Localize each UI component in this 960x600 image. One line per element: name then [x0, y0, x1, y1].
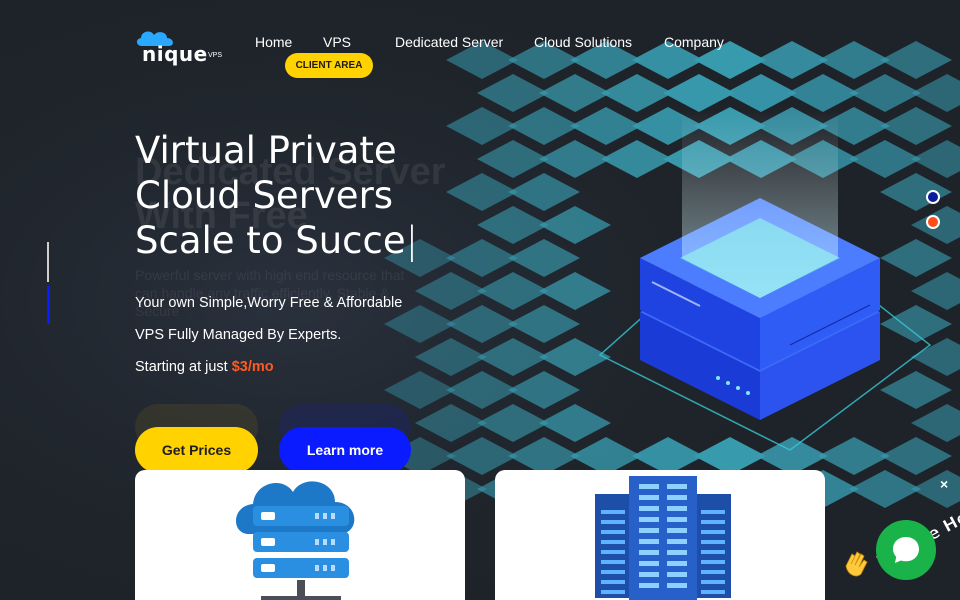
learn-more-button[interactable]: Learn more — [279, 427, 411, 473]
rack-slot — [601, 540, 625, 544]
rack-slot — [601, 530, 625, 534]
feature-card-cloud[interactable] — [135, 470, 465, 600]
rack-slot — [701, 560, 725, 564]
typing-cursor: | — [405, 219, 419, 262]
rack-slot — [601, 510, 625, 514]
rack-slot — [601, 550, 625, 554]
chat-open-button[interactable] — [876, 520, 936, 580]
rack-slot — [601, 520, 625, 524]
hero-title-line-typing: Scale to Succe| — [135, 218, 465, 263]
page-dot[interactable] — [926, 190, 940, 204]
rack-slot — [701, 530, 725, 534]
rack-slot — [639, 517, 659, 522]
rack-slot — [601, 580, 625, 584]
rack-slot — [639, 528, 659, 533]
rack-slot — [601, 590, 625, 594]
hero-desc-line: Your own Simple,Worry Free & Affordable — [135, 295, 403, 311]
rack-slot — [701, 540, 725, 544]
rack-slot — [639, 550, 659, 555]
rack-slot — [701, 580, 725, 584]
nav-company[interactable]: Company — [664, 34, 724, 50]
hero-price-line: Starting at just $3/mo — [135, 351, 455, 383]
nav-vps[interactable]: VPS — [323, 34, 351, 50]
rack-slot — [639, 484, 659, 489]
rack-slot — [639, 495, 659, 500]
cloud-server-icon — [235, 481, 355, 600]
rack-slot — [639, 506, 659, 511]
close-icon[interactable]: × — [940, 476, 948, 492]
slide-indicator-active[interactable] — [47, 286, 50, 324]
rack-slot — [639, 539, 659, 544]
client-area-button[interactable]: CLIENT AREA — [285, 53, 373, 78]
price-prefix: Starting at just — [135, 359, 232, 375]
hero-description: Your own Simple,Worry Free & Affordable … — [135, 287, 455, 383]
nav-cloud-solutions[interactable]: Cloud Solutions — [534, 34, 632, 50]
light-beam — [682, 110, 838, 298]
rack-slot — [601, 570, 625, 574]
price-value: $3/mo — [231, 359, 274, 375]
rack-slot — [701, 570, 725, 574]
rack-slot — [667, 484, 687, 489]
rack-slot — [667, 495, 687, 500]
rack-slot — [701, 590, 725, 594]
rack-slot — [667, 528, 687, 533]
rack-slot — [701, 510, 725, 514]
server-rack-icon — [595, 476, 731, 600]
hero-title: Virtual Private Cloud Servers Scale to S… — [135, 128, 465, 263]
rack-slot — [667, 561, 687, 566]
nav-dedicated-server[interactable]: Dedicated Server — [395, 34, 503, 50]
rack-slot — [667, 517, 687, 522]
rack-slot — [667, 506, 687, 511]
rack-slot — [667, 550, 687, 555]
hero-desc-line: VPS Fully Managed By Experts. — [135, 327, 342, 343]
brand-name: nique — [142, 42, 208, 66]
rack-slot — [667, 539, 687, 544]
slide-indicator-inactive[interactable] — [47, 242, 49, 282]
rack-slot — [639, 572, 659, 577]
rack-slot — [701, 550, 725, 554]
rack-slot — [701, 520, 725, 524]
hero-title-line: Cloud Servers — [135, 174, 394, 217]
brand-logo[interactable]: nique VPS — [134, 26, 234, 66]
feature-card-dedicated[interactable] — [495, 470, 825, 600]
waving-hand-icon — [845, 551, 868, 577]
rack-slot — [639, 583, 659, 588]
chat-bubble-icon — [893, 537, 919, 563]
brand-suffix: VPS — [208, 52, 223, 59]
rack-slot — [667, 572, 687, 577]
rack-slot — [667, 583, 687, 588]
get-prices-button[interactable]: Get Prices — [135, 427, 258, 473]
typing-text: Scale to Succe — [135, 219, 406, 262]
hero-title-line: Virtual Private — [135, 129, 397, 172]
nav-home[interactable]: Home — [255, 34, 292, 50]
page-dot-active[interactable] — [926, 215, 940, 229]
rack-slot — [601, 560, 625, 564]
rack-slot — [639, 561, 659, 566]
